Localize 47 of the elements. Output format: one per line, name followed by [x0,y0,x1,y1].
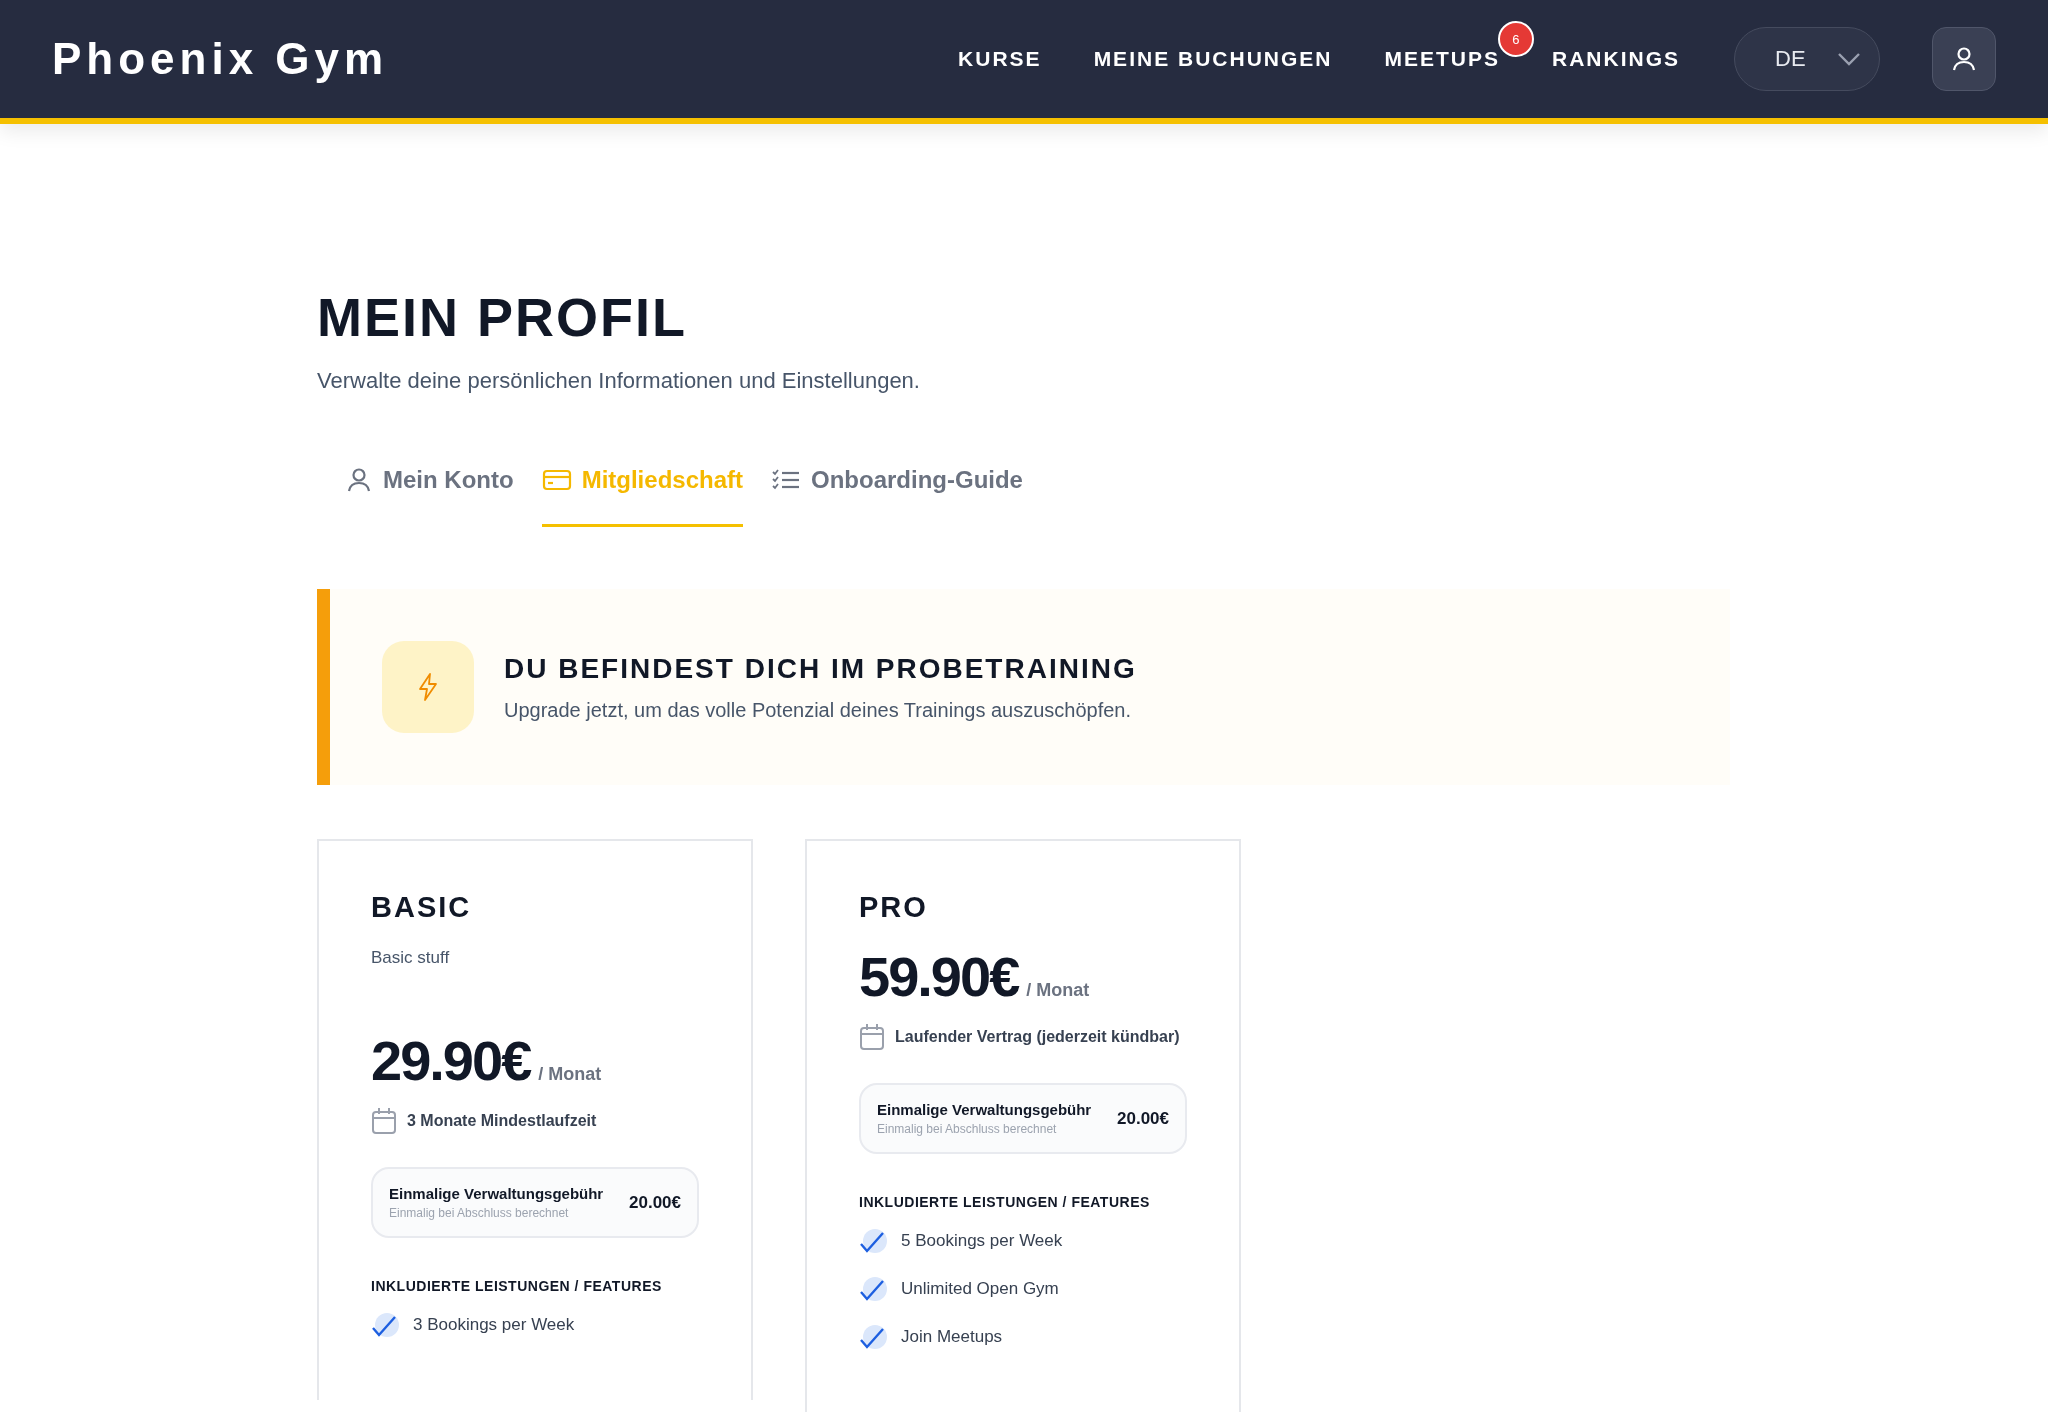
checklist-icon [771,468,801,492]
fee-title: Einmalige Verwaltungsgebühr [389,1185,604,1202]
nav-link[interactable]: RANKINGS [1552,47,1680,70]
plan-price: 29.90€ [371,1028,531,1093]
chevron-down-icon [1837,52,1861,66]
nav-link[interactable]: MEETUPS [1384,47,1500,70]
tab[interactable]: Mein Konto [345,466,514,527]
banner-text: Upgrade jetzt, um das volle Potenzial deines Trainings auszuschöpfen. [504,698,1133,722]
plan-name: PRO [859,891,929,924]
user-icon [1950,45,1978,73]
fee-title: Einmalige Verwaltungsgebühr [877,1101,1092,1118]
features-heading: INKLUDIERTE LEISTUNGEN / FEATURES [859,1194,1151,1210]
feature-text: Unlimited Open Gym [901,1279,1059,1299]
notification-badge: 6 [1498,21,1534,57]
page-subtitle: Verwalte deine persönlichen Informationen und Einstellungen. [317,368,921,394]
nav-link[interactable]: KURSE [958,47,1042,70]
check-icon [859,1228,889,1254]
credit-card-icon [541,468,572,492]
plan-description: Basic stuff [371,948,451,968]
fee-amount: 20.00€ [629,1192,681,1213]
user-button[interactable] [1932,27,1996,91]
features-heading: INKLUDIERTE LEISTUNGEN / FEATURES [371,1278,663,1294]
contract-term: Laufender Vertrag (jederzeit kündbar) [895,1028,1180,1046]
check-icon [859,1276,889,1302]
banner-title: DU BEFINDEST DICH IM PROBETRAINING [504,652,1137,685]
fee-note: Einmalig bei Abschluss berechnet [877,1122,1058,1136]
feature-text: 3 Bookings per Week [413,1315,575,1335]
lightning-icon [382,641,474,733]
fee-note: Einmalig bei Abschluss berechnet [389,1206,570,1220]
logo[interactable]: Phoenix Gym [52,34,389,84]
check-icon [371,1312,401,1338]
contract-term: 3 Monate Mindestlaufzeit [407,1112,597,1130]
tab[interactable]: Onboarding-Guide [771,466,1023,527]
feature-text: Join Meetups [901,1327,1003,1347]
check-icon [859,1324,889,1350]
plan-name: BASIC [371,891,473,924]
fee-amount: 20.00€ [1117,1108,1169,1129]
price-period: / Monat [538,1064,602,1085]
language-select[interactable]: DE [1734,27,1880,91]
feature-text: 5 Bookings per Week [901,1231,1063,1251]
price-period: / Monat [1026,980,1090,1001]
user-icon [345,466,373,494]
nav-link[interactable]: MEINE BUCHUNGEN [1093,47,1333,70]
plan-price: 59.90€ [859,944,1019,1009]
calendar-icon [859,1023,885,1051]
page-title: MEIN PROFIL [317,286,688,348]
calendar-icon [371,1107,397,1135]
